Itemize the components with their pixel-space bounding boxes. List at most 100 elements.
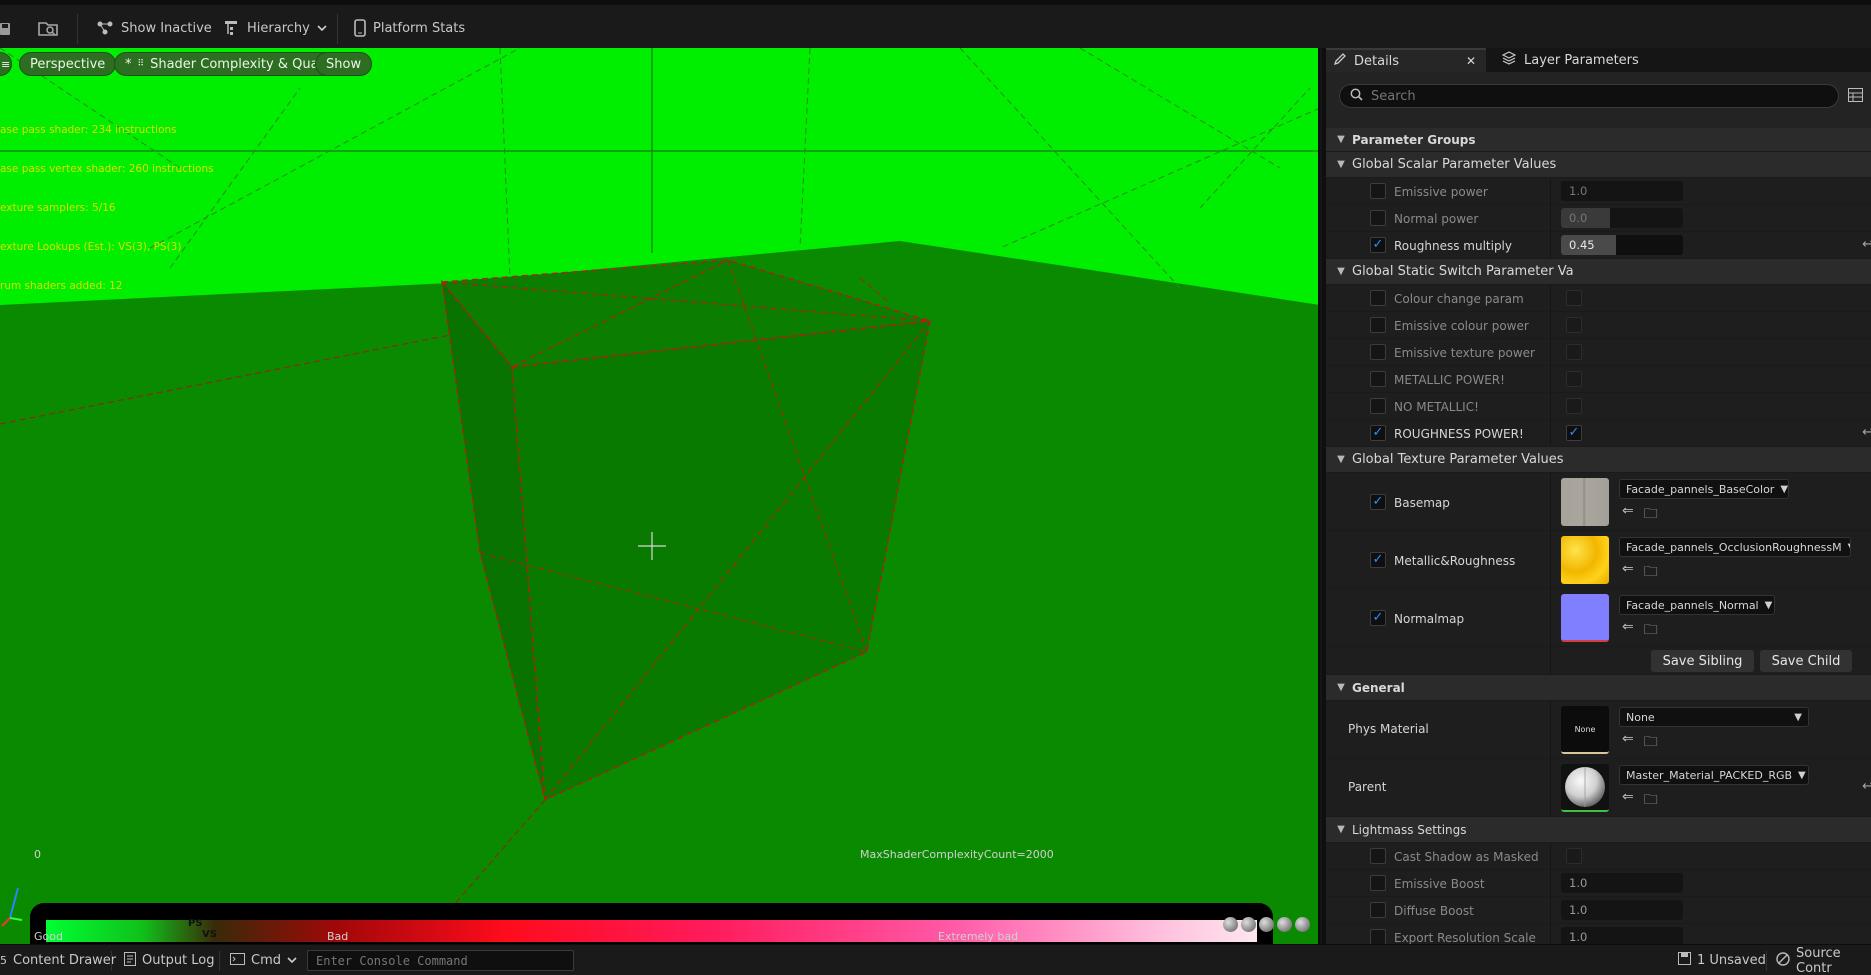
param-enable-checkbox[interactable] xyxy=(1370,902,1386,918)
save-child-label: Save Child xyxy=(1771,653,1841,669)
hierarchy-dropdown[interactable]: Hierarchy xyxy=(224,10,327,46)
cast-shadow-checkbox[interactable] xyxy=(1566,848,1582,864)
switch-value-checkbox[interactable] xyxy=(1566,425,1582,441)
param-enable-checkbox[interactable] xyxy=(1370,183,1386,199)
save-child-button[interactable]: Save Child xyxy=(1760,650,1852,672)
view-mode-button[interactable]: * ⠿ Shader Complexity & Quads xyxy=(114,52,345,76)
phys-material-picker[interactable]: None ▼ xyxy=(1619,707,1809,727)
phys-material-thumbnail[interactable]: None xyxy=(1561,706,1609,754)
scalar-value: 0.45 xyxy=(1569,238,1595,252)
general-label: General xyxy=(1352,680,1405,695)
param-enable-checkbox[interactable] xyxy=(1370,929,1386,944)
tab-details[interactable]: Details ✕ xyxy=(1326,48,1486,72)
param-enable-checkbox[interactable] xyxy=(1370,344,1386,360)
tab-layer-parameters[interactable]: Layer Parameters xyxy=(1494,48,1654,72)
level-viewport[interactable]: ≡ Perspective * ⠿ Shader Complexity & Qu… xyxy=(0,48,1320,944)
param-enable-checkbox[interactable] xyxy=(1370,875,1386,891)
param-enable-checkbox[interactable] xyxy=(1370,610,1386,626)
param-enable-checkbox[interactable] xyxy=(1370,848,1386,864)
parameter-groups-header[interactable]: ▼ Parameter Groups xyxy=(1326,128,1871,152)
general-header[interactable]: ▼ General xyxy=(1326,675,1871,701)
render-mode-icons[interactable] xyxy=(1223,917,1310,932)
sphere-icon[interactable] xyxy=(1241,917,1256,932)
content-drawer-button[interactable]: 5 Content Drawer xyxy=(0,945,116,975)
table-view-icon[interactable] xyxy=(1848,88,1863,106)
switch-value-checkbox[interactable] xyxy=(1566,371,1582,387)
unsaved-button[interactable]: 1 Unsaved xyxy=(1678,945,1766,975)
platform-stats-button[interactable]: Platform Stats xyxy=(354,10,465,46)
cube-mesh xyxy=(440,259,931,802)
param-enable-checkbox[interactable] xyxy=(1370,398,1386,414)
asset-tools: ⇐ 🗀 xyxy=(1622,731,1658,755)
normalmap-thumbnail[interactable] xyxy=(1561,594,1609,642)
switch-value-checkbox[interactable] xyxy=(1566,398,1582,414)
asset-picker[interactable]: Facade_pannels_Normal ▼ xyxy=(1619,595,1775,615)
cmd-dropdown[interactable]: Cmd xyxy=(230,945,297,975)
param-enable-checkbox[interactable] xyxy=(1370,290,1386,306)
lightmass-value: 1.0 xyxy=(1569,876,1588,890)
use-selected-icon[interactable]: ⇐ xyxy=(1622,503,1634,527)
reset-arrow-icon[interactable]: ↩ xyxy=(1862,779,1871,794)
scalar-group-header[interactable]: ▼ Global Scalar Parameter Values xyxy=(1326,152,1871,178)
param-enable-checkbox[interactable] xyxy=(1370,494,1386,510)
emissive-boost-field[interactable]: 1.0 xyxy=(1561,873,1683,893)
texture-param-row: Normalmap Facade_pannels_Normal ▼ ⇐ 🗀 xyxy=(1326,589,1871,647)
scalar-value-field[interactable]: 0.45 xyxy=(1561,235,1683,255)
parent-label: Parent xyxy=(1348,780,1387,794)
browse-icon[interactable]: 🗀 xyxy=(1644,789,1658,813)
basemap-thumbnail[interactable] xyxy=(1561,478,1609,526)
use-selected-icon[interactable]: ⇐ xyxy=(1622,789,1634,813)
use-selected-icon[interactable]: ⇐ xyxy=(1622,619,1634,643)
param-enable-checkbox[interactable] xyxy=(1370,552,1386,568)
browse-icon[interactable]: 🗀 xyxy=(1644,561,1658,585)
cylinder-icon[interactable] xyxy=(1259,917,1274,932)
cube-icon[interactable] xyxy=(1277,917,1292,932)
source-control-button[interactable]: Source Contr xyxy=(1776,945,1871,975)
use-selected-icon[interactable]: ⇐ xyxy=(1622,731,1634,755)
scalar-value-field[interactable]: 1.0 xyxy=(1561,181,1683,201)
search-field[interactable] xyxy=(1339,84,1839,108)
switch-value-checkbox[interactable] xyxy=(1566,344,1582,360)
sphere-icon[interactable] xyxy=(1223,917,1238,932)
browse-icon[interactable]: 🗀 xyxy=(1644,619,1658,643)
browse-icon[interactable]: 🗀 xyxy=(1644,503,1658,527)
asset-picker[interactable]: Facade_pannels_OcclusionRoughnessM ▼ xyxy=(1619,537,1851,557)
asset-picker[interactable]: Facade_pannels_BaseColor ▼ xyxy=(1619,479,1789,499)
scalar-value-field[interactable]: 0.0 xyxy=(1561,208,1683,228)
lightmass-value: 1.0 xyxy=(1569,903,1588,917)
param-enable-checkbox[interactable] xyxy=(1370,425,1386,441)
show-inactive-button[interactable]: Show Inactive xyxy=(96,10,212,46)
browse-level-button[interactable] xyxy=(38,10,60,46)
switch-group-header[interactable]: ▼ Global Static Switch Parameter Va xyxy=(1326,259,1871,285)
save-icon[interactable] xyxy=(0,10,12,46)
teapot-icon[interactable] xyxy=(1295,917,1310,932)
switch-value-checkbox[interactable] xyxy=(1566,317,1582,333)
param-name: Normalmap xyxy=(1394,612,1465,626)
use-selected-icon[interactable]: ⇐ xyxy=(1622,561,1634,585)
show-button[interactable]: Show xyxy=(315,52,373,76)
console-command-input[interactable] xyxy=(307,950,574,971)
param-enable-checkbox[interactable] xyxy=(1370,237,1386,253)
output-log-button[interactable]: Output Log xyxy=(124,945,215,975)
param-enable-checkbox[interactable] xyxy=(1370,210,1386,226)
diffuse-boost-field[interactable]: 1.0 xyxy=(1561,900,1683,920)
browse-icon[interactable]: 🗀 xyxy=(1644,731,1658,755)
parent-material-picker[interactable]: Master_Material_PACKED_RGB ▼ xyxy=(1619,765,1809,785)
search-input[interactable] xyxy=(1371,88,1811,104)
param-name: Normal power xyxy=(1394,212,1479,226)
reset-arrow-icon[interactable]: ↩ xyxy=(1862,425,1871,440)
parent-thumbnail[interactable] xyxy=(1561,764,1609,812)
switch-value-checkbox[interactable] xyxy=(1566,290,1582,306)
close-icon[interactable]: ✕ xyxy=(1466,54,1476,68)
param-enable-checkbox[interactable] xyxy=(1370,371,1386,387)
reset-arrow-icon[interactable]: ↩ xyxy=(1862,237,1871,252)
export-resolution-field[interactable]: 1.0 xyxy=(1561,927,1683,944)
lightmass-header[interactable]: ▼ Lightmass Settings xyxy=(1326,817,1871,843)
metallic-roughness-thumbnail[interactable] xyxy=(1561,536,1609,584)
save-sibling-button[interactable]: Save Sibling xyxy=(1651,650,1754,672)
param-enable-checkbox[interactable] xyxy=(1370,317,1386,333)
perspective-button[interactable]: Perspective xyxy=(19,52,117,76)
texture-group-header[interactable]: ▼ Global Texture Parameter Values xyxy=(1326,447,1871,473)
save-icon xyxy=(1678,952,1691,969)
stats-line: rum shaders added: 12 xyxy=(0,280,123,292)
